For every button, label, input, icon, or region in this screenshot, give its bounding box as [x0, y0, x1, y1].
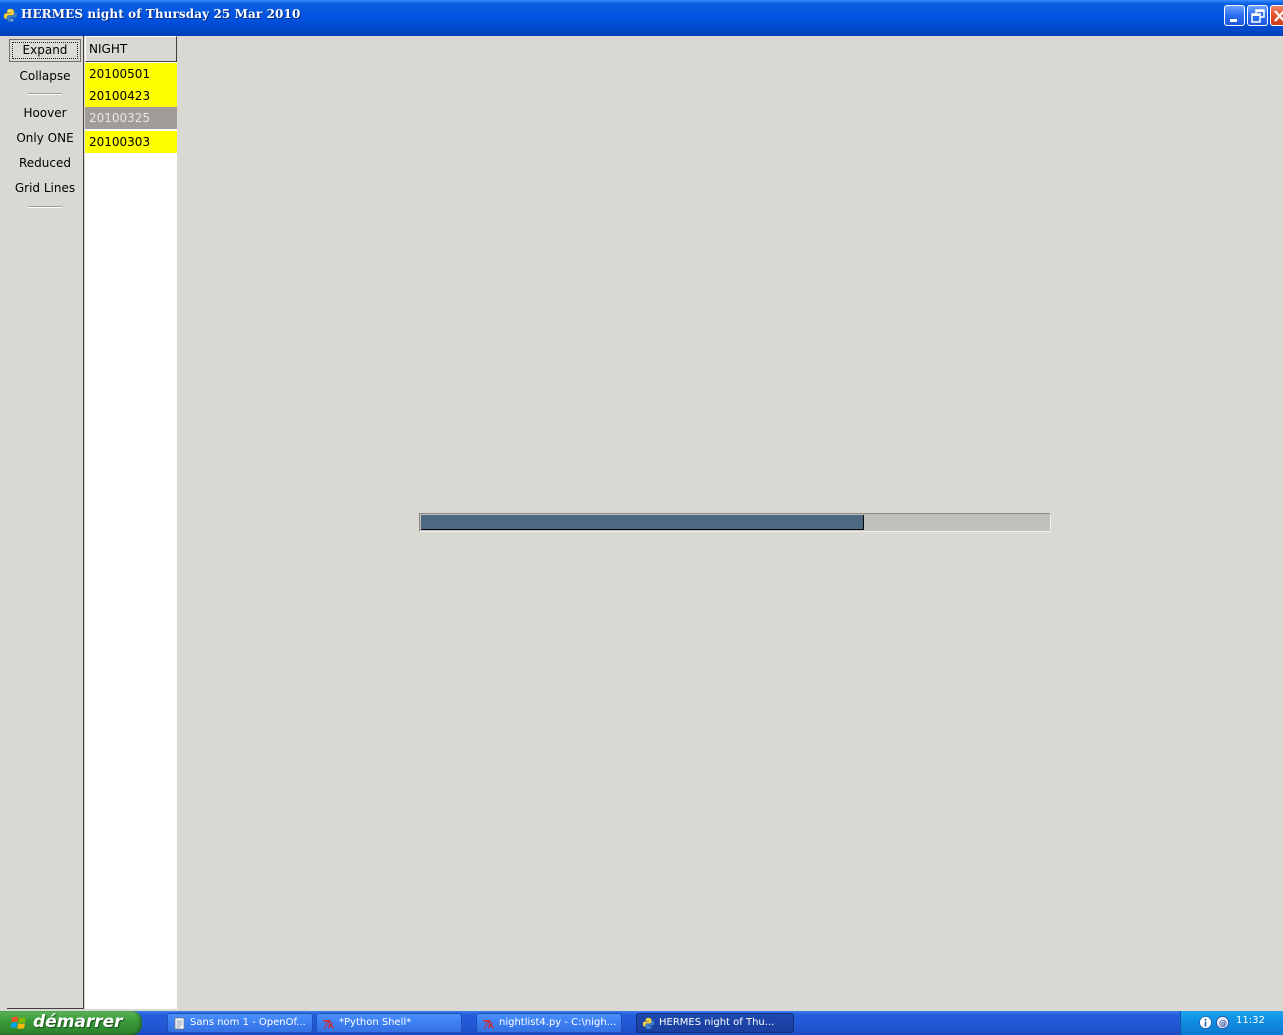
collapse-button[interactable]: Collapse: [8, 64, 82, 88]
tool-separator: [28, 206, 62, 208]
night-row-20100423[interactable]: 20100423: [85, 85, 177, 107]
tool-panel: Expand Collapse Hoover Only ONE Reduced …: [7, 36, 84, 1009]
taskbar: démarrer Sans nom 1 - OpenOf... 7 k *Pyt…: [0, 1011, 1283, 1035]
minimize-button[interactable]: [1224, 5, 1245, 26]
reduced-button[interactable]: Reduced: [8, 151, 82, 175]
restore-icon: [1251, 9, 1265, 23]
night-row-label: 20100501: [89, 67, 151, 81]
svg-text:@: @: [1219, 1019, 1227, 1028]
restore-button[interactable]: [1247, 5, 1268, 26]
task-hermes[interactable]: HERMES night of Thu...: [636, 1013, 794, 1033]
night-row-20100303[interactable]: 20100303: [85, 131, 177, 153]
tool-separator: [28, 93, 62, 95]
clock: 11:32: [1236, 1015, 1265, 1026]
focus-rect: [12, 42, 78, 59]
night-column-header[interactable]: NIGHT: [85, 36, 177, 62]
progress-bar: [419, 513, 1051, 532]
close-button[interactable]: [1270, 5, 1283, 26]
night-row-label: 20100303: [89, 135, 151, 149]
close-icon: [1274, 10, 1283, 22]
system-tray: @ 11:32: [1180, 1011, 1283, 1035]
idle-icon: 7 k: [322, 1018, 334, 1030]
python-icon: [642, 1017, 655, 1030]
window-client-area: Expand Collapse Hoover Only ONE Reduced …: [0, 36, 1283, 1011]
task-label: nightlist4.py - C:\nigh...: [499, 1017, 617, 1028]
start-label: démarrer: [33, 1012, 123, 1032]
night-row-label: 20100423: [89, 89, 151, 103]
info-icon[interactable]: [1199, 1016, 1212, 1029]
idle-icon: 7 k: [482, 1018, 494, 1030]
progress-fill: [421, 515, 864, 530]
night-row-20100325[interactable]: 20100325: [85, 107, 177, 129]
start-button[interactable]: démarrer: [0, 1011, 142, 1035]
python-icon: [3, 8, 18, 23]
svg-text:k: k: [488, 1021, 494, 1030]
hoover-label: Hoover: [23, 106, 67, 120]
desktop-screen: HERMES night of Thursday 25 Mar 2010 Exp…: [0, 0, 1283, 1035]
window-titlebar[interactable]: HERMES night of Thursday 25 Mar 2010: [0, 0, 1283, 36]
task-openoffice[interactable]: Sans nom 1 - OpenOf...: [167, 1013, 313, 1033]
svg-text:k: k: [328, 1021, 334, 1030]
reduced-label: Reduced: [18, 156, 71, 170]
only-one-label: Only ONE: [16, 131, 74, 145]
night-row-label: 20100325: [89, 111, 151, 125]
night-list[interactable]: NIGHT 20100501 20100423 20100325 2010030…: [85, 36, 177, 1009]
minimize-icon: [1230, 19, 1237, 22]
network-icon[interactable]: @: [1216, 1016, 1229, 1029]
task-label: Sans nom 1 - OpenOf...: [190, 1017, 306, 1028]
task-nightlist-editor[interactable]: 7 k nightlist4.py - C:\nigh...: [476, 1013, 622, 1033]
task-label: HERMES night of Thu...: [659, 1017, 775, 1028]
openoffice-icon: [174, 1017, 185, 1030]
only-one-button[interactable]: Only ONE: [8, 126, 82, 150]
grid-lines-label: Grid Lines: [14, 181, 76, 195]
window-left-frame: [0, 36, 7, 1011]
task-label: *Python Shell*: [339, 1017, 412, 1028]
expand-button[interactable]: Expand: [9, 39, 81, 62]
collapse-label: Collapse: [19, 69, 71, 83]
windows-logo-icon: [11, 1016, 26, 1029]
window-title: HERMES night of Thursday 25 Mar 2010: [21, 7, 301, 21]
hoover-button[interactable]: Hoover: [8, 101, 82, 125]
night-row-20100501[interactable]: 20100501: [85, 63, 177, 85]
grid-lines-button[interactable]: Grid Lines: [8, 176, 82, 200]
task-python-shell[interactable]: 7 k *Python Shell*: [316, 1013, 462, 1033]
